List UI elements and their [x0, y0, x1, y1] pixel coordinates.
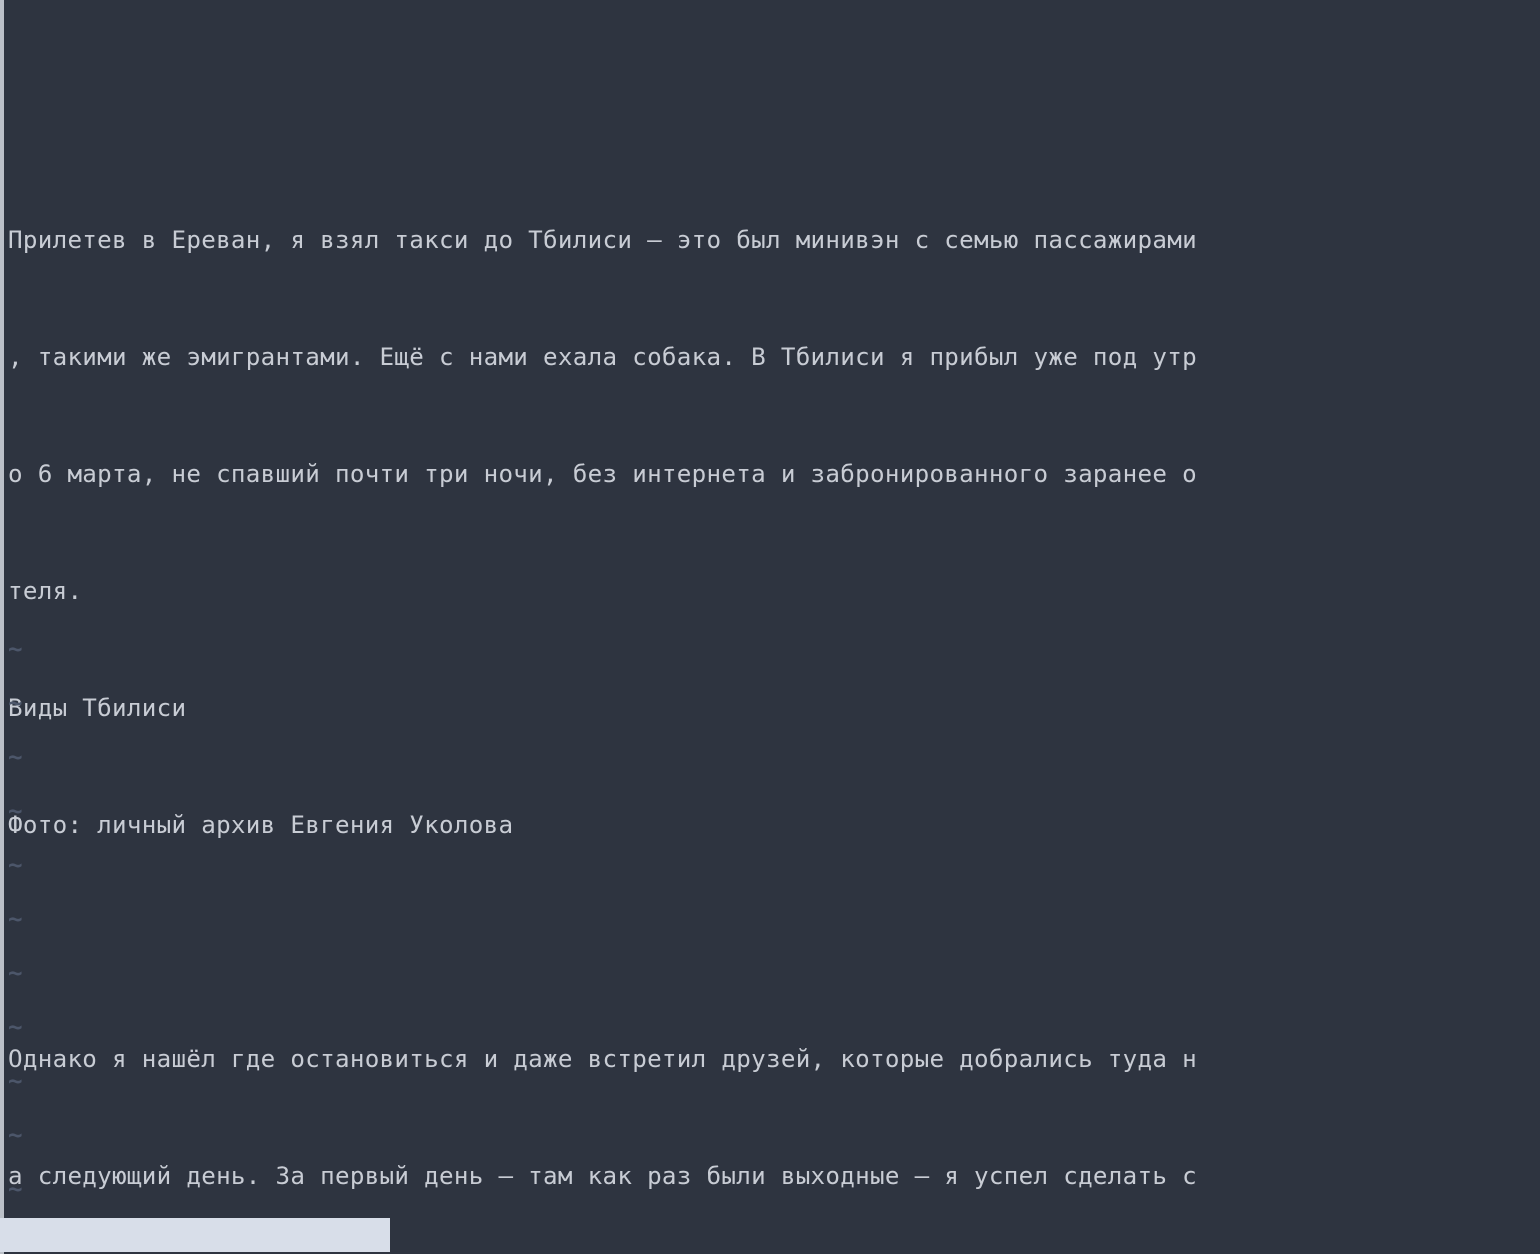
- terminal-window: Прилетев в Ереван, я взял такси до Тбили…: [0, 0, 1540, 1254]
- text-line: Фото: личный архив Евгения Уколова: [8, 806, 1540, 845]
- empty-lines-area: ~~~~~~~~~~~: [8, 630, 23, 1224]
- text-line: [8, 923, 1540, 962]
- empty-line-tilde: ~: [8, 1062, 23, 1116]
- empty-line-tilde: ~: [8, 684, 23, 738]
- empty-line-tilde: ~: [8, 954, 23, 1008]
- pager-content[interactable]: Прилетев в Ереван, я взял такси до Тбили…: [8, 26, 1540, 1254]
- empty-line-tilde: ~: [8, 900, 23, 954]
- empty-line-tilde: ~: [8, 846, 23, 900]
- empty-line-tilde: ~: [8, 630, 23, 684]
- empty-line-tilde: ~: [8, 1170, 23, 1224]
- text-line: Прилетев в Ереван, я взял такси до Тбили…: [8, 221, 1540, 260]
- empty-line-tilde: ~: [8, 1116, 23, 1170]
- empty-line-tilde: ~: [8, 738, 23, 792]
- text-line: а следующий день. За первый день — там к…: [8, 1157, 1540, 1196]
- text-line: о 6 марта, не спавший почти три ночи, бе…: [8, 455, 1540, 494]
- text-line: [8, 104, 1540, 143]
- text-line: Однако я нашёл где остановиться и даже в…: [8, 1040, 1540, 1079]
- pager-status-bar[interactable]: newtestfile.txt (END): [0, 1218, 390, 1252]
- window-left-edge: [0, 0, 4, 1254]
- text-line: Виды Тбилиси: [8, 689, 1540, 728]
- empty-line-tilde: ~: [8, 792, 23, 846]
- text-line: теля.: [8, 572, 1540, 611]
- text-line: , такими же эмигрантами. Ещё с нами ехал…: [8, 338, 1540, 377]
- empty-line-tilde: ~: [8, 1008, 23, 1062]
